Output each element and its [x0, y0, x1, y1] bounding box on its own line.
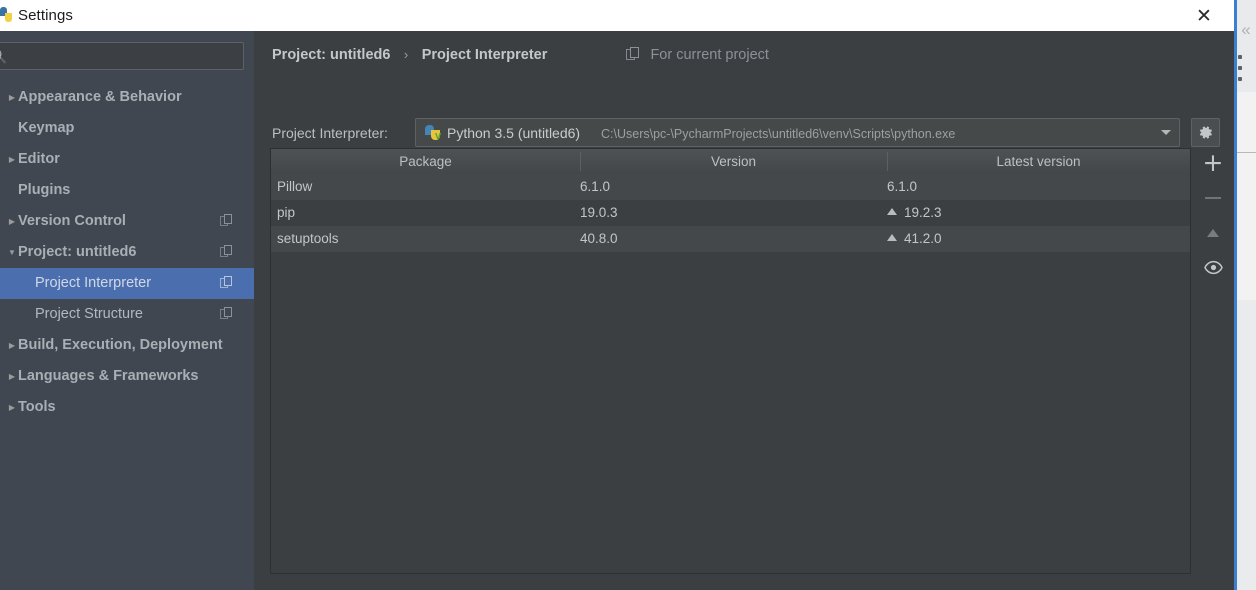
search-input[interactable] [14, 46, 228, 68]
sidebar-item-label: Plugins [18, 182, 71, 198]
background-panel-mid [1237, 92, 1256, 230]
table-row[interactable]: Pillow 6.1.0 6.1.0 [271, 174, 1190, 200]
sidebar-item-editor[interactable]: ▶ Editor [0, 144, 254, 175]
breadcrumb-parent[interactable]: Project: untitled6 [272, 47, 390, 63]
eye-icon [1203, 260, 1223, 275]
chevron-right-icon[interactable]: ▶ [6, 361, 18, 392]
sidebar-item-keymap[interactable]: Keymap [0, 113, 254, 144]
column-divider[interactable] [580, 152, 581, 171]
remove-package-button[interactable] [1198, 183, 1228, 213]
pycharm-python-icon [0, 7, 14, 23]
interpreter-name: Python 3.5 (untitled6) [447, 125, 581, 141]
sidebar-item-project-untitled6[interactable]: ▼ Project: untitled6 [0, 237, 254, 268]
chevron-right-icon[interactable]: ▶ [6, 82, 18, 113]
cell-latest-text: 19.2.3 [904, 205, 942, 220]
copy-settings-icon[interactable] [220, 214, 234, 228]
cell-package: pip [277, 205, 296, 220]
background-panel-shade [1237, 300, 1256, 590]
packages-toolbar: + [1191, 148, 1234, 574]
upgrade-arrow-icon [1207, 229, 1219, 237]
sidebar-item-project-structure[interactable]: Project Structure [0, 299, 254, 330]
cell-latest: 41.2.0 [887, 226, 942, 252]
packages-table-header: Package Version Latest version [271, 149, 1190, 175]
chevron-down-icon[interactable] [1161, 130, 1171, 135]
for-current-project[interactable]: For current project [626, 45, 769, 65]
cell-version: 19.0.3 [580, 205, 618, 220]
cell-latest: 19.2.3 [887, 200, 942, 226]
search-icon: 🔍 [0, 48, 12, 64]
upgrade-available-icon [887, 234, 897, 241]
copy-settings-icon [626, 47, 640, 67]
copy-settings-icon[interactable] [220, 276, 234, 290]
minus-icon [1205, 197, 1221, 199]
interpreter-dropdown[interactable]: v Python 3.5 (untitled6) C:\Users\pc-\Py… [415, 118, 1180, 147]
table-row[interactable]: setuptools 40.8.0 41.2.0 [271, 226, 1190, 252]
sidebar-item-label: Build, Execution, Deployment [18, 337, 223, 353]
cell-package: setuptools [277, 231, 339, 246]
sidebar-item-plugins[interactable]: Plugins [0, 175, 254, 206]
sidebar-item-version-control[interactable]: ▶ Version Control [0, 206, 254, 237]
sidebar-item-languages-frameworks[interactable]: ▶ Languages & Frameworks [0, 361, 254, 392]
upgrade-package-button[interactable] [1198, 218, 1228, 248]
column-header-package[interactable]: Package [271, 149, 580, 174]
column-header-latest-version[interactable]: Latest version [887, 149, 1190, 174]
upgrade-available-icon [887, 208, 897, 215]
sidebar-item-label: Languages & Frameworks [18, 368, 199, 384]
copy-glyph [220, 307, 234, 321]
copy-glyph [220, 245, 234, 259]
window-accent-border [1234, 0, 1237, 590]
cell-latest-text: 41.2.0 [904, 231, 942, 246]
chevron-down-icon[interactable]: ▼ [6, 237, 18, 268]
cell-version: 6.1.0 [580, 179, 611, 194]
chevron-right-icon[interactable]: ▶ [6, 330, 18, 361]
breadcrumb-current: Project Interpreter [421, 47, 548, 63]
for-current-project-label: For current project [650, 47, 769, 63]
sidebar-item-tools[interactable]: ▶ Tools [0, 392, 254, 423]
close-icon[interactable]: ✕ [1192, 4, 1216, 28]
copy-settings-icon[interactable] [220, 245, 234, 259]
window-title: Settings [18, 7, 73, 24]
vertical-dots-icon[interactable] [1236, 55, 1246, 101]
title-bar: Settings ✕ [0, 0, 1234, 31]
cell-version: 40.8.0 [580, 231, 618, 246]
sidebar-item-label: Keymap [18, 120, 75, 136]
table-row[interactable]: pip 19.0.3 19.2.3 [271, 200, 1190, 226]
chevron-right-icon[interactable]: ▶ [6, 206, 18, 237]
collapse-arrow-icon[interactable]: « [1236, 18, 1256, 42]
sidebar-item-appearance-behavior[interactable]: ▶ Appearance & Behavior [0, 82, 254, 113]
gear-icon [1197, 124, 1214, 141]
settings-main-panel: Project: untitled6 › Project Interpreter… [254, 31, 1234, 590]
breadcrumb-separator-icon: › [403, 47, 409, 62]
column-header-version[interactable]: Version [580, 149, 887, 174]
sidebar-item-label: Appearance & Behavior [18, 89, 182, 105]
cell-latest: 6.1.0 [887, 179, 918, 194]
copy-glyph [220, 276, 234, 290]
copy-glyph [220, 214, 234, 228]
sidebar-item-label: Editor [18, 151, 60, 167]
sidebar-item-build-execution-deployment[interactable]: ▶ Build, Execution, Deployment [0, 330, 254, 361]
sidebar-item-label: Project Interpreter [35, 275, 152, 291]
packages-table: Package Version Latest version Pillow 6.1.0… [270, 148, 1191, 574]
copy-settings-icon[interactable] [220, 307, 234, 321]
chevron-right-icon[interactable]: ▶ [6, 144, 18, 175]
background-separator [1237, 152, 1256, 153]
chevron-right-icon[interactable]: ▶ [6, 392, 18, 423]
cell-package: Pillow [277, 179, 313, 194]
add-package-button[interactable]: + [1198, 148, 1228, 178]
python-venv-icon: v [424, 124, 442, 142]
settings-sidebar: 🔍 ▶Appearance & BehaviorKeymap▶EditorPlu… [0, 31, 254, 590]
sidebar-item-label: Project Structure [35, 306, 143, 322]
settings-dialog: Settings ✕ 🔍 ▶Appearance & BehaviorKeyma… [0, 0, 1234, 590]
sidebar-item-label: Tools [18, 399, 56, 415]
sidebar-item-label: Version Control [18, 213, 126, 229]
interpreter-settings-button[interactable] [1191, 118, 1220, 147]
column-divider[interactable] [887, 152, 888, 171]
sidebar-item-label: Project: untitled6 [18, 244, 137, 260]
breadcrumb: Project: untitled6 › Project Interpreter [272, 45, 547, 65]
interpreter-path: C:\Users\pc-\PycharmProjects\untitled6\v… [601, 127, 956, 141]
interpreter-label: Project Interpreter: [272, 125, 388, 141]
sidebar-item-project-interpreter[interactable]: Project Interpreter [0, 268, 254, 299]
show-early-releases-button[interactable] [1198, 253, 1228, 283]
